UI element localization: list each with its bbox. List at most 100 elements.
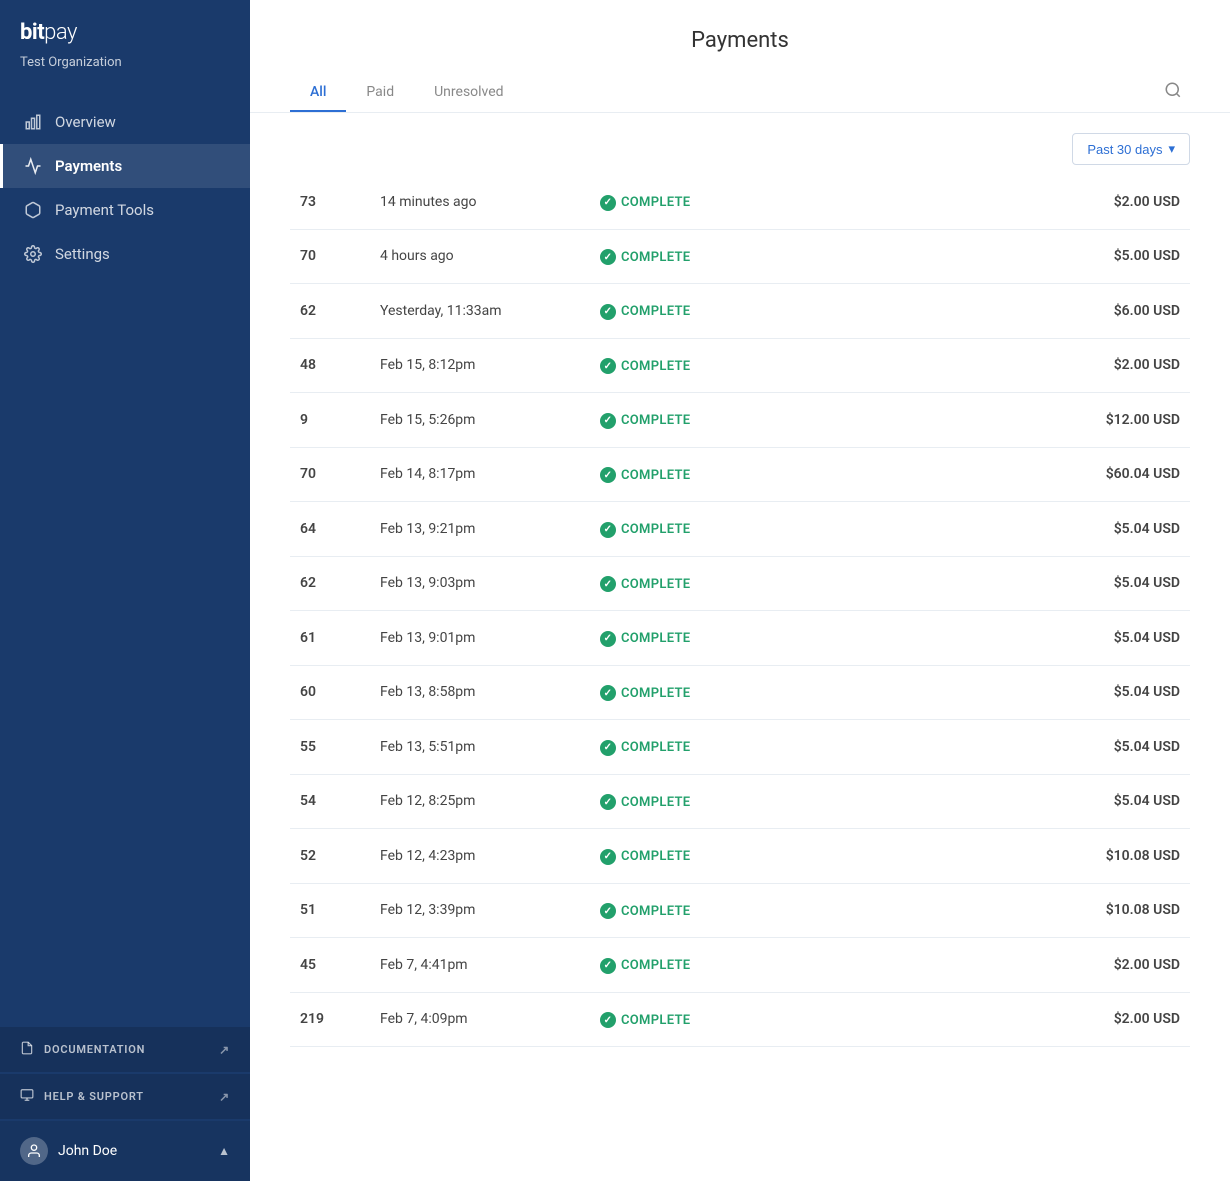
sidebar-item-payments[interactable]: Payments	[0, 144, 250, 188]
payment-time: Feb 13, 9:01pm	[370, 611, 590, 666]
sidebar-bottom: DOCUMENTATION ↗ HELP & SUPPORT ↗	[0, 1015, 250, 1181]
documentation-label: DOCUMENTATION	[44, 1043, 145, 1056]
complete-check-icon: ✓	[600, 249, 616, 265]
payment-time: Feb 7, 4:41pm	[370, 938, 590, 993]
sidebar-item-payment-tools[interactable]: Payment Tools	[0, 188, 250, 232]
status-label: COMPLETE	[621, 631, 690, 646]
org-name: Test Organization	[0, 53, 250, 90]
payment-status: ✓ COMPLETE	[590, 665, 790, 720]
tab-all[interactable]: All	[290, 74, 346, 112]
table-row[interactable]: 52 Feb 12, 4:23pm ✓ COMPLETE $10.08 USD	[290, 829, 1190, 884]
payment-amount: $60.04 USD	[790, 447, 1190, 502]
payment-time: 4 hours ago	[370, 229, 590, 284]
gear-icon	[23, 244, 43, 264]
sidebar-item-overview[interactable]: Overview	[0, 100, 250, 144]
activity-icon	[23, 156, 43, 176]
complete-check-icon: ✓	[600, 304, 616, 320]
user-menu[interactable]: John Doe ▲	[0, 1121, 250, 1181]
status-label: COMPLETE	[621, 250, 690, 265]
payment-time: Feb 13, 9:03pm	[370, 556, 590, 611]
table-row[interactable]: 70 4 hours ago ✓ COMPLETE $5.00 USD	[290, 229, 1190, 284]
payment-amount: $2.00 USD	[790, 175, 1190, 229]
table-row[interactable]: 62 Yesterday, 11:33am ✓ COMPLETE $6.00 U…	[290, 284, 1190, 339]
sidebar-item-settings[interactable]: Settings	[0, 232, 250, 276]
table-row[interactable]: 64 Feb 13, 9:21pm ✓ COMPLETE $5.04 USD	[290, 502, 1190, 557]
table-row[interactable]: 55 Feb 13, 5:51pm ✓ COMPLETE $5.04 USD	[290, 720, 1190, 775]
chevron-up-icon: ▲	[218, 1144, 230, 1158]
complete-check-icon: ✓	[600, 740, 616, 756]
status-label: COMPLETE	[621, 740, 690, 755]
payment-status: ✓ COMPLETE	[590, 556, 790, 611]
payment-status: ✓ COMPLETE	[590, 175, 790, 229]
logo-area: bitpay	[0, 0, 250, 53]
complete-check-icon: ✓	[600, 358, 616, 374]
payment-id: 9	[290, 393, 370, 448]
bar-chart-icon	[23, 112, 43, 132]
table-row[interactable]: 70 Feb 14, 8:17pm ✓ COMPLETE $60.04 USD	[290, 447, 1190, 502]
sidebar-nav: Overview Payments Payment Tools	[0, 90, 250, 1015]
tab-paid[interactable]: Paid	[346, 74, 414, 112]
payment-amount: $2.00 USD	[790, 938, 1190, 993]
payment-amount: $5.00 USD	[790, 229, 1190, 284]
payment-amount: $5.04 USD	[790, 774, 1190, 829]
logo-bit: bit	[20, 20, 44, 45]
status-label: COMPLETE	[621, 522, 690, 537]
documentation-link[interactable]: DOCUMENTATION ↗	[0, 1027, 250, 1072]
table-row[interactable]: 73 14 minutes ago ✓ COMPLETE $2.00 USD	[290, 175, 1190, 229]
table-row[interactable]: 62 Feb 13, 9:03pm ✓ COMPLETE $5.04 USD	[290, 556, 1190, 611]
status-label: COMPLETE	[621, 195, 690, 210]
payment-amount: $10.08 USD	[790, 829, 1190, 884]
logo-pay: pay	[44, 20, 77, 45]
payment-status: ✓ COMPLETE	[590, 611, 790, 666]
payment-time: Feb 13, 5:51pm	[370, 720, 590, 775]
payment-status: ✓ COMPLETE	[590, 393, 790, 448]
table-row[interactable]: 60 Feb 13, 8:58pm ✓ COMPLETE $5.04 USD	[290, 665, 1190, 720]
payment-id: 64	[290, 502, 370, 557]
table-row[interactable]: 219 Feb 7, 4:09pm ✓ COMPLETE $2.00 USD	[290, 992, 1190, 1047]
payment-time: Feb 13, 8:58pm	[370, 665, 590, 720]
status-label: COMPLETE	[621, 849, 690, 864]
help-support-link[interactable]: HELP & SUPPORT ↗	[0, 1074, 250, 1119]
payment-status: ✓ COMPLETE	[590, 829, 790, 884]
payment-time: Yesterday, 11:33am	[370, 284, 590, 339]
payment-status: ✓ COMPLETE	[590, 883, 790, 938]
user-info: John Doe	[20, 1137, 117, 1165]
table-row[interactable]: 48 Feb 15, 8:12pm ✓ COMPLETE $2.00 USD	[290, 338, 1190, 393]
payment-id: 54	[290, 774, 370, 829]
box-icon	[23, 200, 43, 220]
payment-status: ✓ COMPLETE	[590, 338, 790, 393]
date-filter-button[interactable]: Past 30 days ▾	[1072, 133, 1190, 165]
payment-amount: $10.08 USD	[790, 883, 1190, 938]
complete-check-icon: ✓	[600, 958, 616, 974]
complete-check-icon: ✓	[600, 195, 616, 211]
payment-id: 52	[290, 829, 370, 884]
payment-time: Feb 13, 9:21pm	[370, 502, 590, 557]
payment-amount: $2.00 USD	[790, 992, 1190, 1047]
table-row[interactable]: 61 Feb 13, 9:01pm ✓ COMPLETE $5.04 USD	[290, 611, 1190, 666]
status-label: COMPLETE	[621, 304, 690, 319]
status-label: COMPLETE	[621, 359, 690, 374]
search-button[interactable]	[1156, 73, 1190, 112]
complete-check-icon: ✓	[600, 685, 616, 701]
chevron-down-icon: ▾	[1168, 141, 1175, 157]
complete-check-icon: ✓	[600, 522, 616, 538]
status-label: COMPLETE	[621, 904, 690, 919]
table-row[interactable]: 45 Feb 7, 4:41pm ✓ COMPLETE $2.00 USD	[290, 938, 1190, 993]
payment-time: Feb 12, 8:25pm	[370, 774, 590, 829]
payment-time: Feb 14, 8:17pm	[370, 447, 590, 502]
table-row[interactable]: 9 Feb 15, 5:26pm ✓ COMPLETE $12.00 USD	[290, 393, 1190, 448]
payment-id: 70	[290, 229, 370, 284]
table-row[interactable]: 51 Feb 12, 3:39pm ✓ COMPLETE $10.08 USD	[290, 883, 1190, 938]
payment-time: Feb 7, 4:09pm	[370, 992, 590, 1047]
payment-amount: $5.04 USD	[790, 502, 1190, 557]
status-label: COMPLETE	[621, 958, 690, 973]
help-icon	[20, 1088, 34, 1105]
settings-label: Settings	[55, 245, 110, 263]
status-label: COMPLETE	[621, 686, 690, 701]
table-row[interactable]: 54 Feb 12, 8:25pm ✓ COMPLETE $5.04 USD	[290, 774, 1190, 829]
main-content: Payments All Paid Unresolved Past 30 day…	[250, 0, 1230, 1181]
tab-unresolved[interactable]: Unresolved	[414, 74, 523, 112]
payment-id: 70	[290, 447, 370, 502]
external-link-icon: ↗	[219, 1043, 230, 1057]
payment-id: 62	[290, 284, 370, 339]
